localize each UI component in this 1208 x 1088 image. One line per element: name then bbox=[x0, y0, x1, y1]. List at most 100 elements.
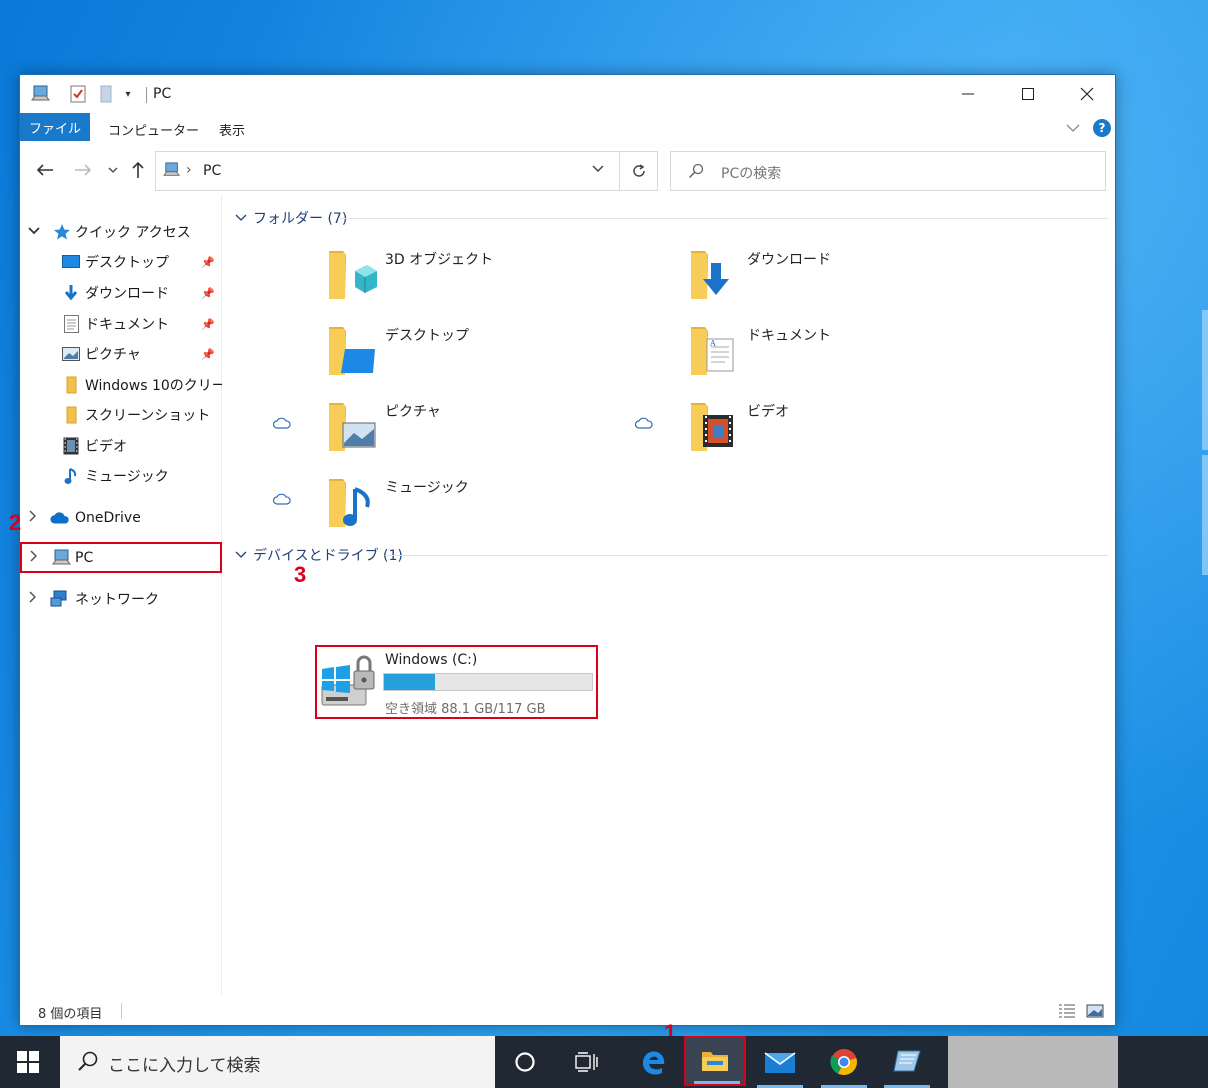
music-folder-icon bbox=[329, 479, 370, 527]
forward-button[interactable] bbox=[72, 159, 94, 181]
nav-quick-access[interactable]: クイック アクセス bbox=[20, 219, 222, 245]
expand-ribbon-button[interactable] bbox=[1066, 121, 1080, 137]
desktop-icon bbox=[61, 252, 81, 272]
refresh-button[interactable] bbox=[620, 151, 658, 191]
customize-toolbar-icon[interactable]: ▾ bbox=[120, 84, 136, 104]
edge-button[interactable] bbox=[624, 1036, 682, 1088]
step-marker-2: 2 bbox=[9, 510, 22, 535]
chevron-down-icon bbox=[1066, 124, 1080, 132]
mail-icon bbox=[764, 1052, 796, 1073]
search-input[interactable]: PCの検索 bbox=[721, 163, 781, 183]
chevron-down-icon bbox=[108, 167, 118, 173]
group-divider bbox=[338, 218, 1108, 219]
drive-usage-fill bbox=[384, 674, 436, 690]
folders-group-header[interactable]: フォルダー (7) bbox=[235, 208, 347, 228]
folder-pictures[interactable]: ピクチャ bbox=[327, 397, 647, 461]
svg-text:A: A bbox=[709, 339, 716, 348]
folder-name: ダウンロード bbox=[747, 252, 831, 268]
maximize-icon bbox=[1022, 88, 1034, 100]
devices-group-header[interactable]: デバイスとドライブ (1) bbox=[235, 545, 403, 565]
folders-group-label: フォルダー (7) bbox=[253, 211, 348, 227]
folder-icon bbox=[61, 405, 81, 425]
nav-item-downloads[interactable]: ダウンロード 📌 bbox=[20, 280, 222, 306]
nav-item-music[interactable]: ミュージック bbox=[20, 463, 222, 489]
nav-network[interactable]: ネットワーク bbox=[20, 586, 222, 612]
chevron-right-icon[interactable] bbox=[28, 510, 37, 526]
pin-icon: 📌 bbox=[201, 255, 215, 269]
folder-name: デスクトップ bbox=[385, 328, 469, 344]
folder-3d-objects[interactable]: 3D オブジェクト bbox=[327, 245, 647, 309]
nav-onedrive[interactable]: OneDrive bbox=[20, 505, 222, 531]
properties-icon[interactable] bbox=[68, 84, 88, 104]
folder-documents[interactable]: A ドキュメント bbox=[689, 321, 1009, 385]
maximize-button[interactable] bbox=[998, 75, 1058, 113]
chrome-button[interactable] bbox=[815, 1036, 873, 1088]
minimize-button[interactable] bbox=[938, 75, 998, 113]
downloads-folder-icon bbox=[691, 251, 729, 299]
cortana-button[interactable] bbox=[496, 1036, 554, 1088]
file-explorer-taskbar-button[interactable] bbox=[684, 1036, 746, 1086]
active-app-indicator bbox=[694, 1081, 740, 1084]
task-view-icon bbox=[575, 1052, 598, 1072]
devices-group-label: デバイスとドライブ (1) bbox=[253, 548, 403, 564]
recent-locations-button[interactable] bbox=[102, 159, 124, 181]
nav-item-label: ビデオ bbox=[85, 439, 127, 455]
address-dropdown-button[interactable] bbox=[592, 162, 604, 178]
chevron-down-icon bbox=[235, 551, 247, 558]
star-icon bbox=[52, 222, 72, 242]
documents-folder-icon: A bbox=[691, 327, 734, 375]
breadcrumb-chevron-icon[interactable]: › bbox=[186, 162, 192, 178]
details-view-icon bbox=[1059, 1004, 1075, 1018]
search-box[interactable]: PCの検索 bbox=[670, 151, 1106, 191]
help-button[interactable]: ? bbox=[1093, 119, 1111, 137]
task-view-button[interactable] bbox=[558, 1036, 616, 1088]
breadcrumb-pc[interactable]: PC bbox=[203, 163, 221, 179]
nav-item-label: ドキュメント bbox=[85, 317, 169, 333]
pin-icon: 📌 bbox=[201, 347, 215, 361]
computer-icon[interactable] bbox=[30, 84, 52, 104]
nav-network-label: ネットワーク bbox=[75, 592, 159, 608]
folder-music[interactable]: ミュージック bbox=[327, 473, 647, 537]
drive-c[interactable]: Windows (C:) 空き領域 88.1 GB/117 GB bbox=[315, 645, 598, 719]
chevron-right-icon[interactable] bbox=[29, 549, 38, 566]
search-icon bbox=[688, 163, 704, 183]
videos-folder-icon bbox=[691, 403, 733, 451]
close-button[interactable] bbox=[1057, 75, 1117, 113]
nav-item-videos[interactable]: ビデオ bbox=[20, 433, 222, 459]
details-view-button[interactable] bbox=[1058, 1003, 1076, 1019]
tab-view[interactable]: 表示 bbox=[219, 120, 245, 139]
mail-button[interactable] bbox=[751, 1036, 809, 1088]
chevron-down-icon[interactable] bbox=[28, 225, 40, 240]
tab-computer[interactable]: コンピューター bbox=[108, 120, 199, 139]
chevron-down-icon bbox=[235, 214, 247, 221]
nav-item-desktop[interactable]: デスクトップ 📌 bbox=[20, 249, 222, 275]
desktop-folder-icon bbox=[329, 327, 375, 375]
nav-item-windows10-folder[interactable]: Windows 10のクリーン bbox=[20, 372, 222, 398]
nav-item-label: Windows 10のクリーン bbox=[85, 378, 222, 394]
nav-item-pictures[interactable]: ピクチャ 📌 bbox=[20, 341, 222, 367]
desktop-window-edge bbox=[1202, 310, 1208, 450]
taskbar-search-box[interactable]: ここに入力して検索 bbox=[60, 1036, 495, 1088]
folder-name: 3D オブジェクト bbox=[385, 252, 494, 268]
up-button[interactable] bbox=[127, 159, 149, 181]
folder-downloads[interactable]: ダウンロード bbox=[689, 245, 1009, 309]
close-icon bbox=[1080, 87, 1094, 101]
folder-videos[interactable]: ビデオ bbox=[689, 397, 1009, 461]
new-folder-icon[interactable] bbox=[96, 84, 116, 104]
desktop-window-edge bbox=[1202, 455, 1208, 575]
nav-item-documents[interactable]: ドキュメント 📌 bbox=[20, 311, 222, 337]
chevron-right-icon[interactable] bbox=[28, 591, 37, 607]
taskbar-tray-area bbox=[948, 1036, 1118, 1088]
tab-file[interactable]: ファイル bbox=[20, 113, 90, 141]
back-button[interactable] bbox=[34, 159, 56, 181]
start-button[interactable] bbox=[0, 1036, 56, 1088]
folder-desktop[interactable]: デスクトップ bbox=[327, 321, 647, 385]
taskbar-search-input[interactable]: ここに入力して検索 bbox=[108, 1051, 261, 1076]
nav-item-screenshots[interactable]: スクリーンショット bbox=[20, 402, 222, 428]
large-icons-view-button[interactable] bbox=[1086, 1003, 1104, 1019]
address-bar-row: › PC PCの検索 bbox=[20, 147, 1115, 191]
address-box[interactable]: › PC bbox=[155, 151, 620, 191]
nav-pc[interactable]: PC bbox=[20, 542, 222, 573]
edge-icon bbox=[643, 1051, 665, 1075]
app-button[interactable] bbox=[878, 1036, 936, 1088]
